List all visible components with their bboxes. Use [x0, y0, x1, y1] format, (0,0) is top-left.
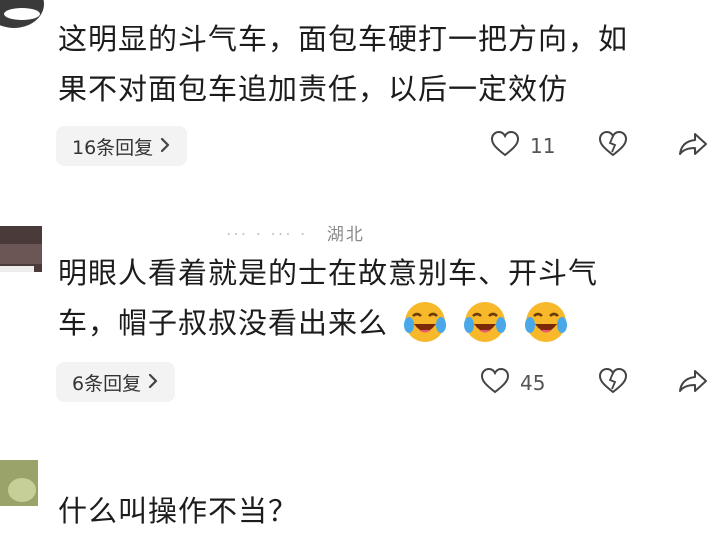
comment-line: 车，帽子叔叔没看出来么: [58, 306, 389, 340]
like-button[interactable]: 45: [480, 367, 545, 399]
avatar[interactable]: [0, 460, 38, 506]
comment-text: 明眼人看着就是的士在故意别车、开斗气 车，帽子叔叔没看出来么: [58, 248, 598, 348]
like-button[interactable]: 11: [490, 130, 555, 162]
comment-line: 果不对面包车追加责任，以后一定效仿: [58, 72, 569, 106]
share-icon: [678, 368, 708, 398]
share-button[interactable]: [678, 368, 708, 398]
tears-of-joy-emoji: [402, 299, 448, 345]
heart-icon: [480, 367, 510, 399]
comment-line: 明眼人看着就是的士在故意别车、开斗气: [58, 256, 599, 290]
dislike-heart-icon: [598, 130, 628, 162]
heart-icon: [490, 130, 520, 162]
replies-count: 16条回复: [72, 136, 154, 159]
dislike-heart-icon: [598, 367, 628, 399]
dislike-button[interactable]: [598, 367, 628, 399]
comment-line-with-emoji: 车，帽子叔叔没看出来么: [58, 298, 598, 348]
comment-divider: [0, 266, 34, 272]
ip-location: 湖北: [326, 225, 365, 245]
comment-meta: ··· · ··· · 湖北: [226, 220, 365, 245]
replies-count: 6条回复: [72, 372, 142, 395]
view-replies-button[interactable]: 16条回复: [56, 126, 188, 166]
share-icon: [678, 131, 708, 161]
view-replies-button[interactable]: 6条回复: [56, 362, 176, 402]
like-count: 45: [520, 371, 546, 395]
blurred-username: ··· · ··· ·: [226, 225, 308, 245]
dislike-button[interactable]: [598, 130, 628, 162]
like-count: 11: [530, 134, 556, 158]
comment-text: 这明显的斗气车，面包车硬打一把方向，如 果不对面包车追加责任，以后一定效仿: [58, 14, 628, 114]
share-button[interactable]: [678, 131, 708, 161]
tears-of-joy-emoji: [523, 299, 569, 345]
chevron-right-icon: [147, 370, 159, 394]
comment-line: 什么叫操作不当？: [58, 494, 299, 528]
comment-text: 什么叫操作不当？: [58, 486, 298, 536]
comment-line: 这明显的斗气车，面包车硬打一把方向，如: [58, 22, 629, 56]
chevron-right-icon: [159, 134, 171, 158]
avatar[interactable]: [0, 0, 44, 30]
tears-of-joy-emoji: [462, 299, 508, 345]
